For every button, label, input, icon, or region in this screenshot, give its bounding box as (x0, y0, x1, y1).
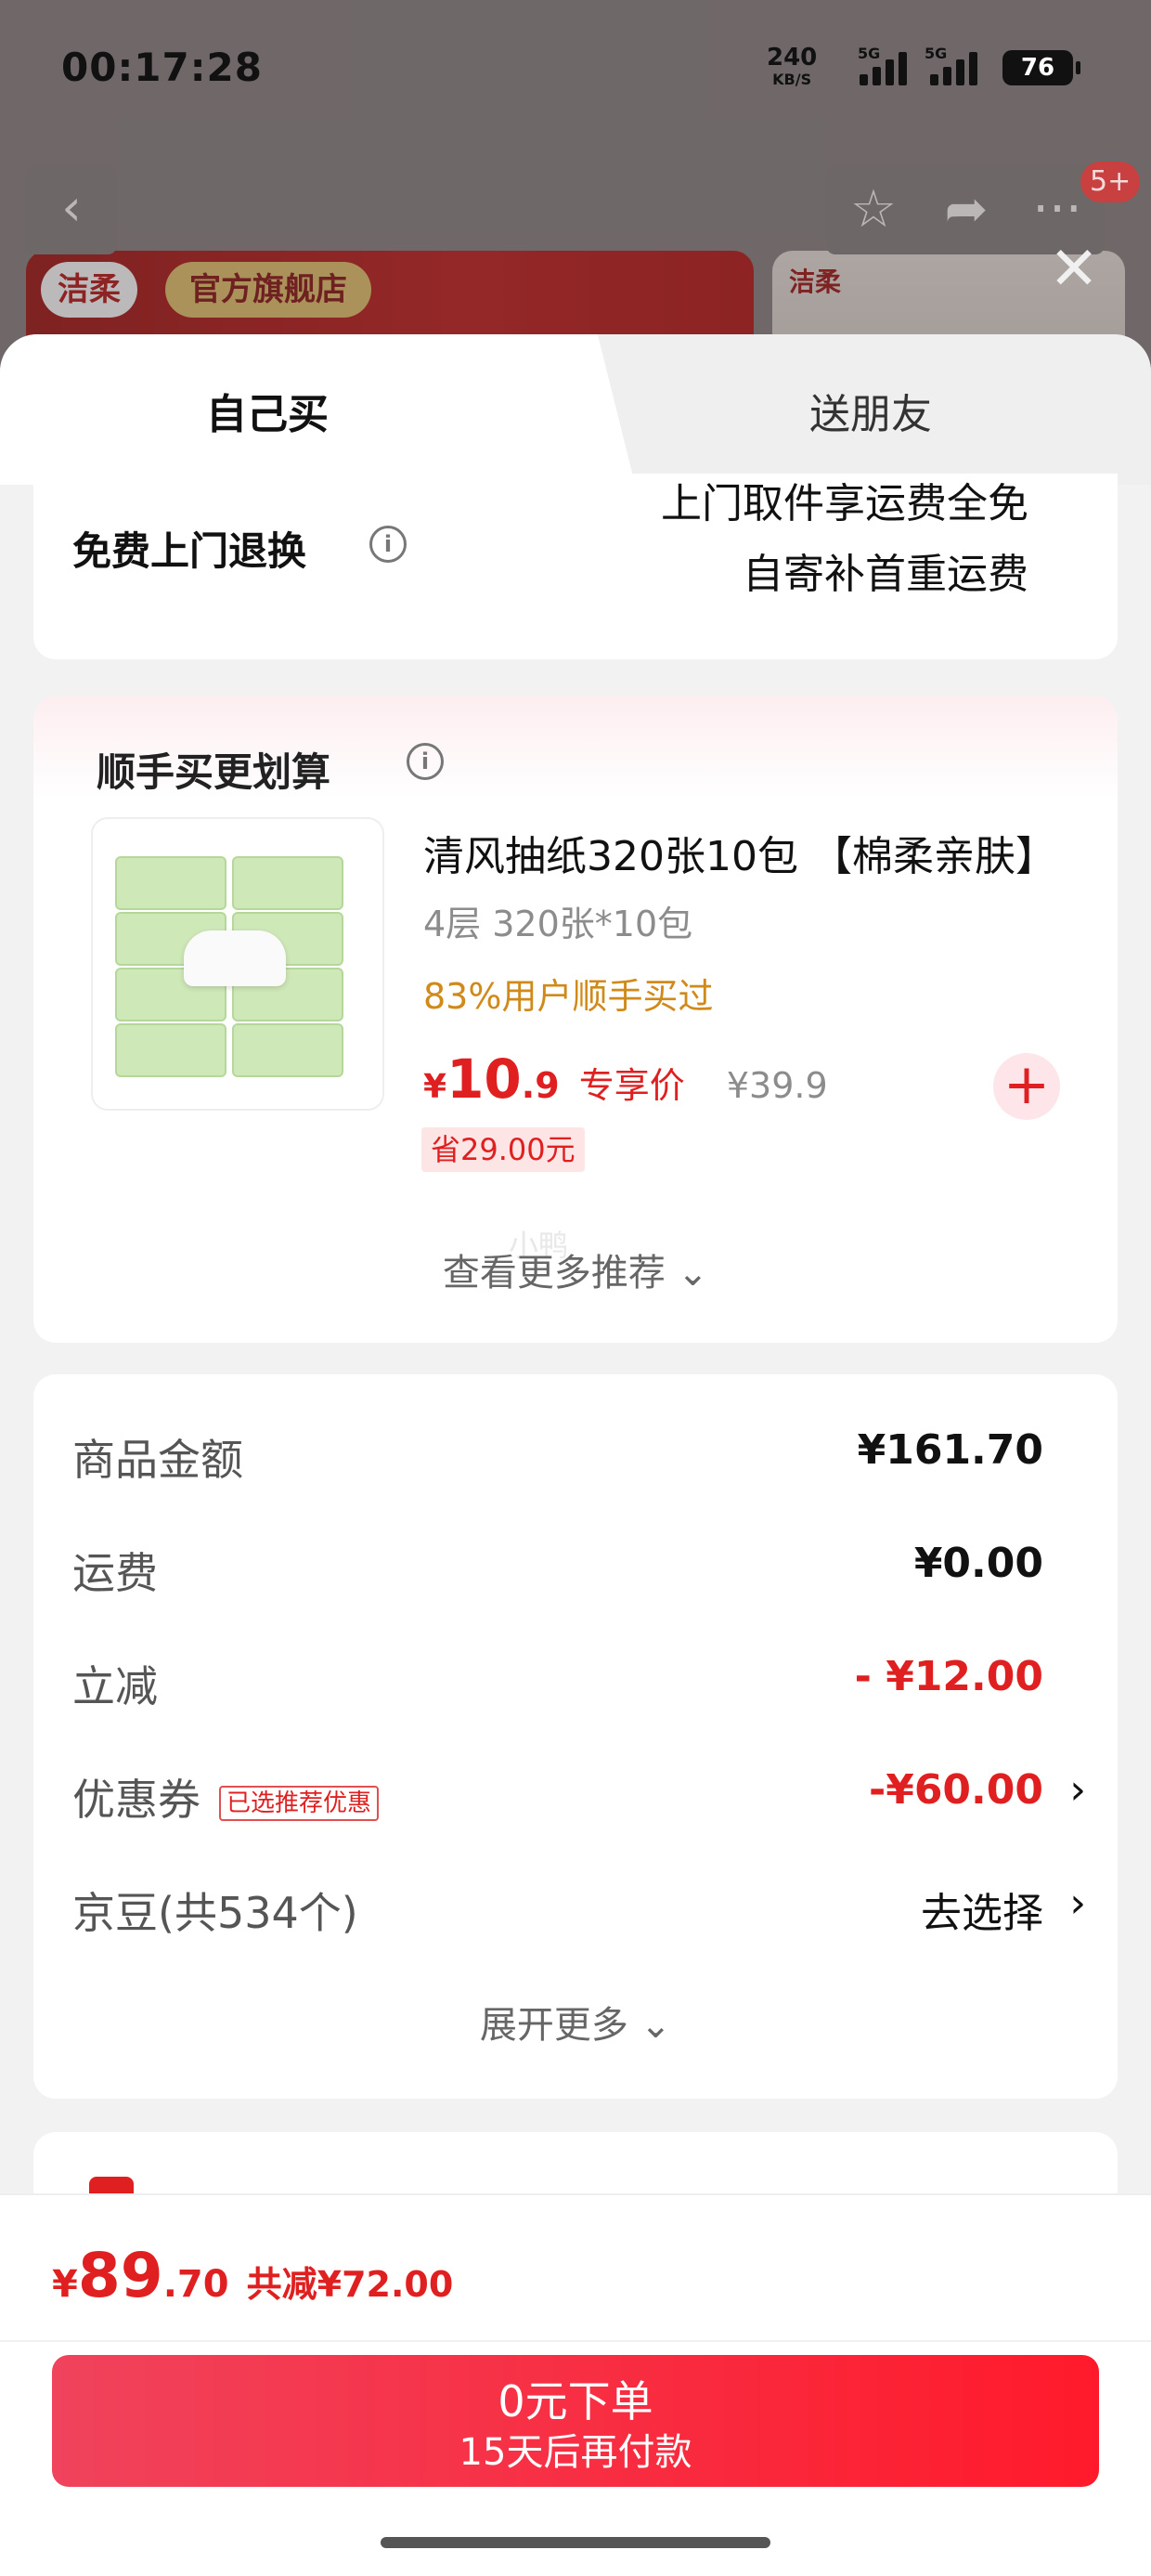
summary-value: 去选择 (921, 1890, 1043, 1937)
chevron-down-icon: ⌄ (677, 1252, 709, 1295)
status-bar: 00:17:28 240 KB/S 5G 5G 76 (0, 0, 1151, 130)
signal-icon: 5G (839, 45, 919, 89)
summary-label: 京豆(共534个) (72, 1888, 358, 1938)
total-reduced: 共减¥72.00 (246, 2264, 454, 2305)
notification-badge: 5+ (1080, 162, 1141, 202)
net-speed-unit: KB/S (772, 71, 812, 88)
expand-more-label: 展开更多 (479, 2004, 628, 2047)
price-integer: 10 (446, 1047, 522, 1111)
pay-later-button[interactable]: 0元下单 15天后再付款 (52, 2355, 1099, 2487)
chevron-left-icon[interactable]: ‹ (26, 165, 117, 254)
summary-row-beans[interactable]: 京豆(共534个) 去选择 › (72, 1880, 1086, 1938)
price-summary-card: 商品金额 ¥161.70 运费 ¥0.00 立减 - ¥12.00 优惠券 已选推… (33, 1374, 1118, 2099)
total-decimal: .70 (162, 2263, 229, 2306)
summary-value: - ¥12.00 (854, 1653, 1043, 1700)
home-indicator[interactable] (381, 2537, 770, 2548)
summary-label: 优惠券 已选推荐优惠 (72, 1766, 380, 1828)
network-speed: 240 KB/S (767, 46, 817, 91)
summary-label: 运费 (72, 1548, 158, 1598)
return-service-line-1: 上门取件享运费全免 (661, 480, 1028, 527)
summary-row-coupon[interactable]: 优惠券 已选推荐优惠 -¥60.00 › (72, 1766, 1086, 1825)
coupon-tag: 已选推荐优惠 (219, 1785, 380, 1821)
summary-value: ¥0.00 (913, 1540, 1043, 1587)
status-time: 00:17:28 (61, 45, 263, 90)
chevron-right-icon: › (1069, 1880, 1086, 1927)
tab-buy-for-self[interactable]: 自己买 (206, 381, 329, 440)
product-spec: 4层 320张*10包 (423, 904, 693, 944)
save-tag: 省29.00元 (421, 1127, 585, 1172)
view-more-recommend[interactable]: 查看更多推荐 ⌄ (33, 1242, 1118, 1296)
expand-more[interactable]: 展开更多 ⌄ (33, 1995, 1118, 2049)
summary-row-shipping: 运费 ¥0.00 (72, 1540, 1080, 1598)
return-service-title-text: 免费上门退换 (72, 528, 307, 574)
total-price: ¥89.70 共减¥72.00 (52, 2240, 453, 2311)
original-price: ¥39.9 (726, 1065, 828, 1106)
tab-gift-to-friend[interactable]: 送朋友 (809, 381, 932, 440)
recommend-card: 顺手买更划算 i 清风抽纸320张10包 【棉柔亲肤】 4层 320张*10包 … (33, 696, 1118, 1343)
product-bought-rate: 83%用户顺手买过 (423, 976, 714, 1017)
view-more-label: 查看更多推荐 (442, 1252, 666, 1295)
price-symbol: ¥ (423, 1068, 447, 1106)
signal-label: 5G (858, 45, 881, 62)
pay-button-sub: 15天后再付款 (459, 2431, 692, 2474)
summary-value: -¥60.00 (868, 1766, 1043, 1814)
share-icon[interactable]: ➦ (925, 175, 1008, 245)
summary-value: ¥161.70 (857, 1426, 1043, 1474)
product-price: ¥10.9 专享价 ¥39.9 (423, 1047, 828, 1111)
return-service-title: 免费上门退换 (72, 520, 306, 577)
chevron-right-icon: › (1069, 1766, 1086, 1814)
pay-button-main: 0元下单 (498, 2376, 653, 2426)
total-integer: 89 (77, 2240, 163, 2311)
summary-label: 立减 (72, 1661, 158, 1711)
bottom-checkout-bar: ¥89.70 共减¥72.00 0元下单 15天后再付款 (0, 2193, 1151, 2576)
tab-bar: 自己买 送朋友 (0, 334, 1151, 485)
divider (0, 2340, 1151, 2342)
signal-icon-2: 5G (925, 45, 1004, 89)
price-decimal: .9 (521, 1065, 560, 1106)
summary-label: 商品金额 (72, 1435, 243, 1485)
coupon-label: 优惠券 (72, 1775, 200, 1825)
recommend-title: 顺手买更划算 (97, 749, 331, 795)
signal-label-2: 5G (925, 45, 948, 62)
info-icon[interactable]: i (369, 526, 407, 563)
chevron-down-icon: ⌄ (640, 2004, 672, 2047)
summary-row-discount: 立减 - ¥12.00 (72, 1653, 1080, 1711)
price-tag: 专享价 (578, 1065, 685, 1106)
info-icon[interactable]: i (407, 743, 444, 780)
battery-icon: 76 (1002, 50, 1080, 85)
product-name[interactable]: 清风抽纸320张10包 【棉柔亲肤】 (423, 823, 1092, 882)
net-speed-value: 240 (767, 44, 818, 72)
plus-icon[interactable]: + (993, 1053, 1060, 1120)
summary-row-goods: 商品金额 ¥161.70 (72, 1426, 1080, 1485)
star-icon[interactable]: ☆ (832, 175, 915, 245)
total-symbol: ¥ (52, 2263, 78, 2306)
return-service-card: 免费上门退换 i 上门取件享运费全免 自寄补首重运费 (33, 474, 1118, 659)
product-thumbnail[interactable] (91, 817, 384, 1111)
return-service-line-2: 自寄补首重运费 (743, 551, 1028, 598)
close-icon[interactable]: ✕ (1041, 240, 1106, 305)
